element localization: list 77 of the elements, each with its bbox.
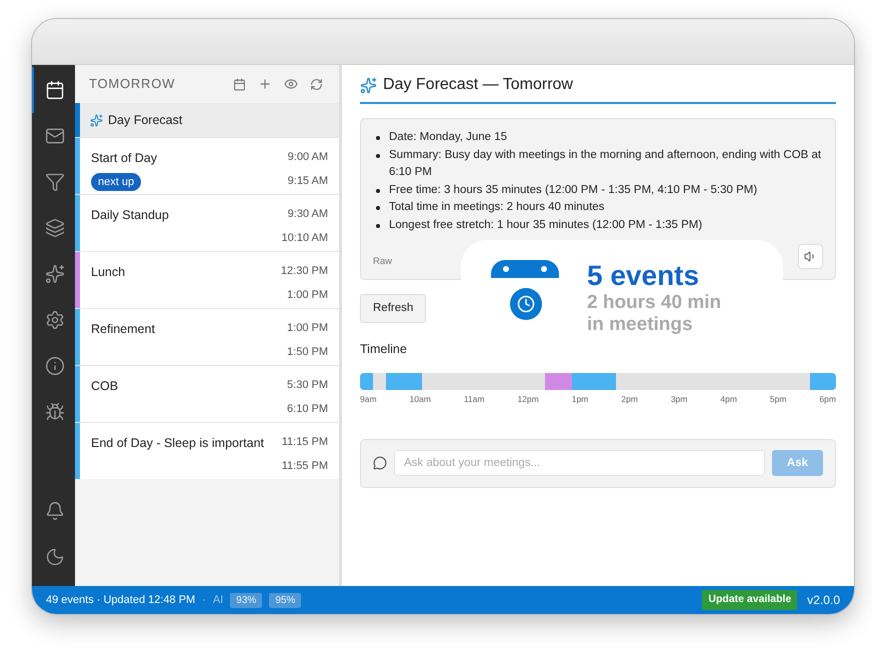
event-item[interactable]: Lunch 12:30 PM 1:00 PM [75,252,339,308]
mail-icon [44,126,64,146]
update-available-button[interactable]: Update available [702,590,798,610]
event-title: End of Day - Sleep is important [91,435,264,452]
refresh-button[interactable]: Refresh [360,294,426,324]
bell-icon [44,501,64,521]
overlay-line: in meetings [587,314,694,336]
event-item[interactable]: Start of Day next up 9:00 AM 9:15 AM [75,138,339,194]
event-title: Daily Standup [91,207,169,224]
timeline-tick-label: 1pm [572,393,588,406]
overlay-line: 2 hours 40 min [587,292,722,314]
timeline-tick-label: 5pm [770,393,786,406]
layers-icon [44,218,64,238]
forecast-item[interactable]: Day Forecast [75,103,339,137]
timeline-tick-label: 10am [410,393,431,406]
event-title: COB [91,378,118,395]
event-start-time: 9:30 AM [288,207,328,222]
event-start-time: 11:15 PM [282,435,328,450]
event-item[interactable]: Refinement 1:00 PM 1:50 PM [75,309,339,365]
event-start-time: 12:30 PM [280,264,328,279]
event-end-time: 1:00 PM [287,288,328,302]
info-icon [44,356,64,376]
timeline-title: Timeline [360,341,408,358]
event-end-time: 6:10 PM [287,402,328,416]
event-item[interactable]: COB 5:30 PM 6:10 PM [75,366,339,422]
event-end-time: 1:50 PM [287,344,328,360]
summary-item: Longest free stretch: 1 hour 35 minutes (12:00 PM - 1:35 PM) [389,218,702,232]
version-label: v2.0.0 [807,592,840,609]
moon-icon [44,547,64,567]
speaker-icon [804,250,817,263]
event-title: Lunch [91,264,126,281]
overlay-headline: 5 events [587,260,700,292]
sparkles-icon [44,264,64,284]
event-item[interactable]: End of Day - Sleep is important 11:15 PM 11:55 PM [75,423,339,479]
ask-input-field[interactable]: Ask about your meetings... [394,450,765,476]
event-start-time: 1:00 PM [287,321,328,336]
eye-icon[interactable] [284,77,298,91]
summary-item: Date: Monday, June 15 [389,130,508,145]
timeline-tick-label: 6pm [819,393,836,406]
refresh-icon[interactable] [310,78,323,90]
timeline-tick-label: 11am [464,393,484,406]
event-title: Start of Day [91,150,157,167]
ai-percent-badge: 93% [230,592,262,608]
list-title: TOMORROW [89,75,176,94]
sparkles-icon [90,114,103,126]
status-summary: 49 events · Updated 12:48 PM [46,592,196,608]
chat-icon [373,456,387,470]
ai-label: AI [212,592,224,608]
status-separator: · [202,592,206,608]
add-icon[interactable] [258,77,272,91]
speaker-button[interactable] [798,244,823,269]
event-start-time: 9:00 AM [288,150,328,165]
timeline-tick-label: 2pm [621,393,638,406]
event-item[interactable]: Daily Standup 9:30 AM 10:10 AM [75,195,339,251]
summary-item: Free time: 3 hours 35 minutes (12:00 PM - 1:35 PM, 4:10 PM - 5:30 PM) [389,182,758,198]
next-up-badge: next up [91,172,142,192]
forecast-title: Day Forecast — Tomorrow [383,75,573,95]
forecast-label: Day Forecast [108,112,182,129]
event-start-time: 5:30 PM [287,378,328,393]
timeline-tick-label: 4pm [720,393,737,406]
timeline-tick-label: 3pm [670,393,688,406]
sparkles-icon [360,76,377,94]
filter-icon [44,172,64,192]
timeline-tick-label: 9am [360,393,377,406]
event-end-time: 11:55 PM [282,458,328,474]
bug-icon [44,402,64,422]
event-title: Refinement [91,321,155,338]
raw-label: Raw [373,254,392,269]
event-end-time: 10:10 AM [282,230,328,246]
summary-item: Summary: Busy day with meetings in the morning and afternoon, ending with COB at 6:10 PM [389,148,822,180]
settings-icon [44,310,64,330]
summary-item: Total time in meetings: 2 hours 40 minutes [389,200,604,215]
calendar-icon [44,80,64,100]
calendar-icon[interactable] [233,78,246,90]
event-end-time: 9:15 AM [288,174,328,188]
timeline-tick-label: 12pm [517,393,539,406]
ai-percent-badge: 95% [269,592,302,608]
